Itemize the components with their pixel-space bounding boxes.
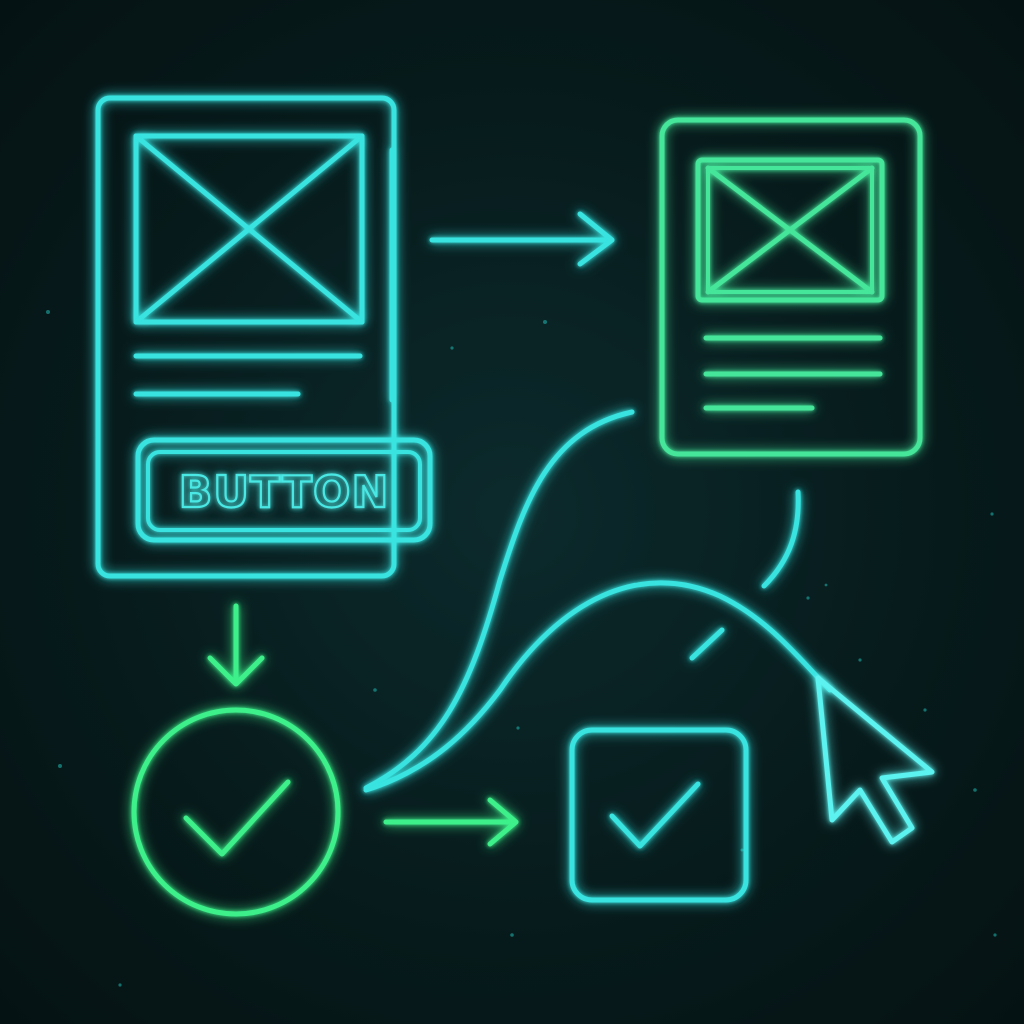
wireframe-card-right [659, 117, 923, 457]
image-placeholder-icon [133, 133, 365, 325]
arrow-to-right-card [429, 211, 615, 267]
arrow-to-checkbox [383, 797, 519, 847]
checkbox-frame [569, 727, 749, 903]
check-circle-icon [131, 707, 341, 917]
wireframe-button[interactable]: BUTTON [135, 437, 433, 543]
background-dots [46, 310, 997, 987]
wireframe-card-left: BUTTON [95, 95, 433, 579]
checkbox-checked-icon[interactable] [569, 727, 749, 903]
cursor-arrow-icon [815, 675, 935, 845]
curve-to-cursor [363, 580, 833, 793]
flow-curves [363, 409, 833, 793]
curve-from-right-card [761, 489, 801, 589]
curve-dash [689, 627, 725, 661]
diagram-canvas: BUTTON [46, 95, 997, 987]
arrow-down [207, 603, 265, 687]
checkbox-tick [609, 781, 701, 849]
button-label: BUTTON [179, 467, 390, 518]
flow-diagram: BUTTON [0, 0, 1024, 1024]
image-placeholder-icon [695, 157, 885, 303]
